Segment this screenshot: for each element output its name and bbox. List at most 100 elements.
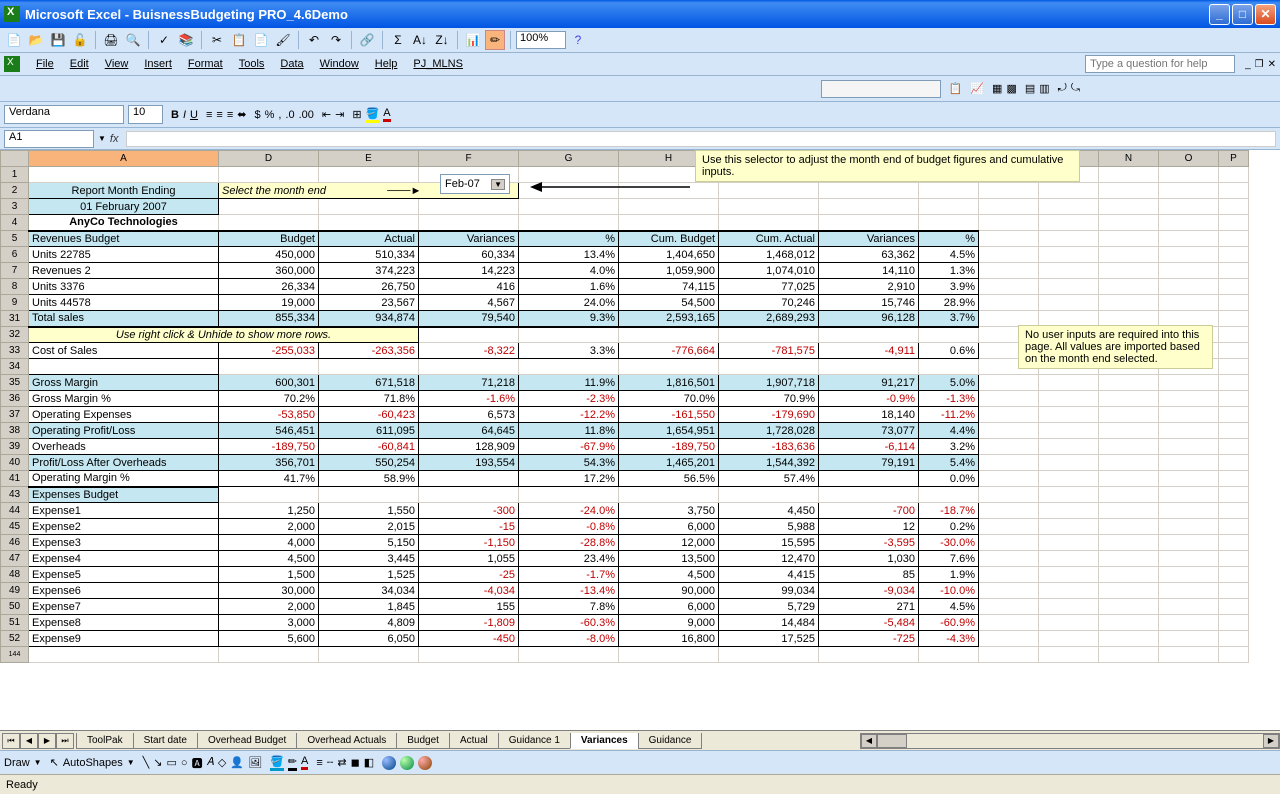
data-cell[interactable]: 19,000	[219, 295, 319, 311]
data-cell[interactable]: 16,800	[619, 631, 719, 647]
comma-button[interactable]: ,	[278, 109, 281, 121]
report-date[interactable]: 01 February 2007	[29, 199, 219, 215]
table-header[interactable]: %	[919, 231, 979, 247]
menu-window[interactable]: Window	[312, 56, 367, 72]
data-cell[interactable]: 3,445	[319, 551, 419, 567]
data-cell[interactable]: 57.4%	[719, 471, 819, 487]
data-cell[interactable]: -8,322	[419, 343, 519, 359]
data-cell[interactable]: -0.8%	[519, 519, 619, 535]
data-cell[interactable]: Expense9	[29, 631, 219, 647]
permission-icon[interactable]: 🔓	[70, 30, 90, 50]
data-cell[interactable]: 14,484	[719, 615, 819, 631]
data-cell[interactable]: -263,356	[319, 343, 419, 359]
data-cell[interactable]: 54,500	[619, 295, 719, 311]
data-cell[interactable]: Operating Profit/Loss	[29, 423, 219, 439]
data-cell[interactable]: 7.8%	[519, 599, 619, 615]
arrow-icon[interactable]: ↘	[153, 756, 162, 769]
data-cell[interactable]: 5,600	[219, 631, 319, 647]
data-cell[interactable]: Profit/Loss After Overheads	[29, 455, 219, 471]
autoshapes-menu[interactable]: AutoShapes	[63, 757, 123, 769]
legend-icon[interactable]: ▦	[992, 82, 1002, 95]
minimize-button[interactable]: _	[1209, 4, 1230, 25]
line-style-icon[interactable]: ≡	[316, 757, 322, 769]
line-color-icon[interactable]: ✏	[288, 755, 297, 771]
table-header[interactable]: %	[519, 231, 619, 247]
data-cell[interactable]: 1,030	[819, 551, 919, 567]
data-cell[interactable]: -67.9%	[519, 439, 619, 455]
data-cell[interactable]: 6,050	[319, 631, 419, 647]
data-cell[interactable]: 74,115	[619, 279, 719, 295]
chart-icon[interactable]: 📊	[463, 30, 483, 50]
data-cell[interactable]: 5,988	[719, 519, 819, 535]
col-header-O[interactable]: O	[1159, 151, 1219, 167]
data-cell[interactable]: -24.0%	[519, 503, 619, 519]
data-cell[interactable]: Expense6	[29, 583, 219, 599]
data-cell[interactable]: 671,518	[319, 375, 419, 391]
data-cell[interactable]: 4,500	[619, 567, 719, 583]
zoom-input[interactable]: 100%	[516, 31, 566, 49]
data-cell[interactable]: Gross Margin	[29, 375, 219, 391]
cut-icon[interactable]: ✂	[207, 30, 227, 50]
data-cell[interactable]: -179,690	[719, 407, 819, 423]
data-cell[interactable]: 546,451	[219, 423, 319, 439]
drawing-icon[interactable]: ✏	[485, 30, 505, 50]
unhide-note[interactable]: Use right click & Unhide to show more ro…	[29, 327, 419, 343]
borders-button[interactable]: ⊞	[352, 108, 361, 121]
data-cell[interactable]: Revenues 2	[29, 263, 219, 279]
font-selector[interactable]: Verdana	[4, 105, 124, 124]
data-cell[interactable]: 12,000	[619, 535, 719, 551]
data-cell[interactable]: 0.0%	[919, 471, 979, 487]
menu-format[interactable]: Format	[180, 56, 231, 72]
data-cell[interactable]: 416	[419, 279, 519, 295]
select-objects-icon[interactable]: ↖	[50, 756, 59, 769]
total-cell[interactable]: 9.3%	[519, 311, 619, 327]
by-col-icon[interactable]: ▥	[1039, 82, 1049, 95]
data-cell[interactable]: 71.8%	[319, 391, 419, 407]
research-icon[interactable]: 📚	[176, 30, 196, 50]
data-cell[interactable]: 0.6%	[919, 343, 979, 359]
data-cell[interactable]: 600,301	[219, 375, 319, 391]
paste-icon[interactable]: 📄	[251, 30, 271, 50]
menu-pj_mlns[interactable]: PJ_MLNS	[405, 56, 471, 72]
data-cell[interactable]: 77,025	[719, 279, 819, 295]
data-cell[interactable]: -4,911	[819, 343, 919, 359]
data-cell[interactable]: 1,468,012	[719, 247, 819, 263]
data-cell[interactable]: -1,809	[419, 615, 519, 631]
data-cell[interactable]: 63,362	[819, 247, 919, 263]
fx-icon[interactable]: fx	[110, 133, 119, 145]
percent-button[interactable]: %	[265, 109, 275, 121]
data-cell[interactable]: 1.3%	[919, 263, 979, 279]
data-cell[interactable]: 5,729	[719, 599, 819, 615]
table-header[interactable]: Budget	[219, 231, 319, 247]
data-cell[interactable]: 2,000	[219, 519, 319, 535]
data-cell[interactable]: -30.0%	[919, 535, 979, 551]
line-icon[interactable]: ╲	[143, 756, 150, 769]
month-end-selector[interactable]: Feb-07 ▼	[440, 174, 510, 194]
data-cell[interactable]: Expense7	[29, 599, 219, 615]
by-row-icon[interactable]: ▤	[1025, 82, 1035, 95]
ball-red-icon[interactable]	[418, 756, 432, 770]
print-icon[interactable]: 🖨	[101, 30, 121, 50]
preview-icon[interactable]: 🔍	[123, 30, 143, 50]
data-cell[interactable]: 1,465,201	[619, 455, 719, 471]
data-cell[interactable]: 85	[819, 567, 919, 583]
col-header-D[interactable]: D	[219, 151, 319, 167]
data-cell[interactable]: -450	[419, 631, 519, 647]
data-cell[interactable]: 13,500	[619, 551, 719, 567]
save-icon[interactable]: 💾	[48, 30, 68, 50]
hyperlink-icon[interactable]: 🔗	[357, 30, 377, 50]
data-cell[interactable]: 23.4%	[519, 551, 619, 567]
autosum-icon[interactable]: Σ	[388, 30, 408, 50]
expenses-header[interactable]: Expenses Budget	[29, 487, 219, 503]
data-cell[interactable]: -255,033	[219, 343, 319, 359]
data-cell[interactable]: 450,000	[219, 247, 319, 263]
table-header[interactable]: Revenues Budget	[29, 231, 219, 247]
data-cell[interactable]: 17.2%	[519, 471, 619, 487]
data-cell[interactable]: -6,114	[819, 439, 919, 455]
select-all-corner[interactable]	[1, 151, 29, 167]
data-cell[interactable]: Operating Margin %	[29, 471, 219, 487]
data-cell[interactable]: 1,845	[319, 599, 419, 615]
data-cell[interactable]: 15,595	[719, 535, 819, 551]
menu-view[interactable]: View	[97, 56, 137, 72]
dec-decimal-button[interactable]: .00	[299, 109, 314, 121]
